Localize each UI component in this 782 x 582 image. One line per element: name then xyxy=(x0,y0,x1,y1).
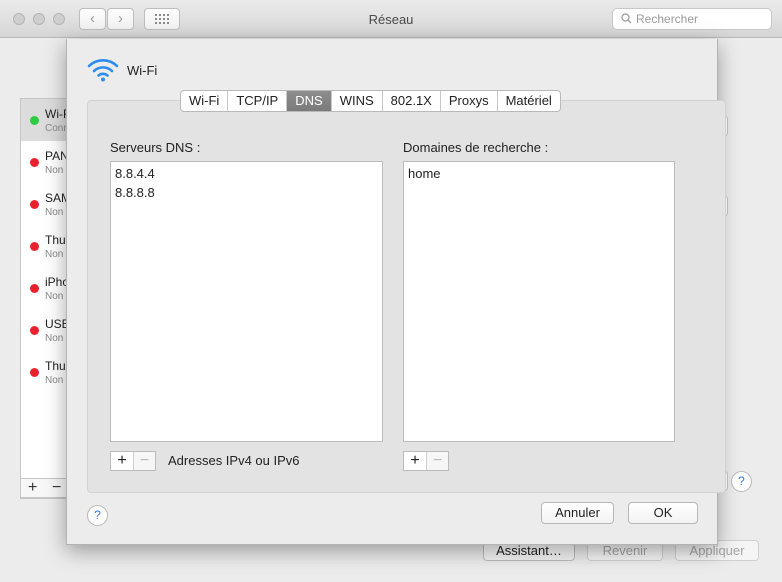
ok-button[interactable]: OK xyxy=(628,502,698,524)
service-status: Non xyxy=(45,333,64,344)
dns-servers-hint: Adresses IPv4 ou IPv6 xyxy=(168,453,300,468)
service-status: Connecté xyxy=(45,123,67,134)
service-item[interactable]: USB Non xyxy=(21,309,67,351)
magnifier-icon xyxy=(621,13,632,24)
dns-server-entry[interactable]: 8.8.4.4 xyxy=(111,164,382,183)
service-item[interactable]: Wi-Fi Connecté xyxy=(21,99,67,141)
service-item[interactable]: Thunderbolt Non xyxy=(21,351,67,393)
tab-wins[interactable]: WINS xyxy=(332,91,383,111)
service-name: Wi-Fi xyxy=(45,107,67,121)
add-search-domain-button[interactable]: + xyxy=(404,452,426,470)
add-service-button[interactable]: + xyxy=(28,479,37,497)
service-status: Non xyxy=(45,291,64,302)
tab-hardware[interactable]: Matériel xyxy=(498,91,560,111)
remove-dns-server-button[interactable]: − xyxy=(133,452,155,470)
service-name: PAN xyxy=(45,149,67,163)
service-item[interactable]: PAN Non xyxy=(21,141,67,183)
add-dns-server-button[interactable]: + xyxy=(111,452,133,470)
service-status: Non xyxy=(45,249,64,260)
service-name: Thunderbolt xyxy=(45,233,67,247)
status-dot-connected xyxy=(30,116,39,125)
search-field[interactable]: Rechercher xyxy=(612,8,772,30)
search-domain-entry[interactable]: home xyxy=(404,164,674,183)
service-item[interactable]: SAMSUNG Non xyxy=(21,183,67,225)
tab-content-box: Serveurs DNS : 8.8.4.4 8.8.8.8 + − Adres… xyxy=(87,100,726,493)
service-status: Non xyxy=(45,375,64,386)
status-dot-disconnected xyxy=(30,368,39,377)
status-dot-disconnected xyxy=(30,284,39,293)
wifi-icon xyxy=(87,59,119,82)
service-name: Thunderbolt xyxy=(45,359,67,373)
help-button-background[interactable]: ? xyxy=(731,471,752,492)
tab-dns[interactable]: DNS xyxy=(287,91,332,111)
service-name: USB xyxy=(45,317,67,331)
search-domain-add-remove: + − xyxy=(403,451,449,471)
search-domains-label: Domaines de recherche : xyxy=(403,140,549,155)
service-item[interactable]: iPhone Non xyxy=(21,267,67,309)
service-add-remove: + − xyxy=(20,478,68,498)
help-button[interactable]: ? xyxy=(87,505,108,526)
search-domains-list[interactable]: home xyxy=(403,161,675,442)
dns-servers-label: Serveurs DNS : xyxy=(110,140,201,155)
service-name: iPhone xyxy=(45,275,67,289)
dns-servers-list[interactable]: 8.8.4.4 8.8.8.8 xyxy=(110,161,383,442)
remove-service-button[interactable]: − xyxy=(52,479,61,497)
tab-proxies[interactable]: Proxys xyxy=(441,91,498,111)
tab-8021x[interactable]: 802.1X xyxy=(383,91,441,111)
status-dot-disconnected xyxy=(30,242,39,251)
remove-search-domain-button[interactable]: − xyxy=(426,452,448,470)
cancel-button[interactable]: Annuler xyxy=(541,502,614,524)
dns-server-entry[interactable]: 8.8.8.8 xyxy=(111,183,382,202)
status-dot-disconnected xyxy=(30,326,39,335)
window-titlebar: ‹ › Réseau Rechercher xyxy=(0,0,782,38)
advanced-settings-sheet: Wi-Fi Serveurs DNS : 8.8.4.4 8.8.8.8 + −… xyxy=(66,39,726,545)
service-list: Wi-Fi Connecté PAN Non SAMSUNG Non Thund… xyxy=(20,98,68,499)
sheet-title: Wi-Fi xyxy=(127,63,158,78)
status-dot-disconnected xyxy=(30,158,39,167)
service-name: SAMSUNG xyxy=(45,191,67,205)
dns-server-add-remove: + − xyxy=(110,451,156,471)
tab-wifi[interactable]: Wi-Fi xyxy=(181,91,229,111)
service-status: Non xyxy=(45,165,64,176)
search-placeholder: Rechercher xyxy=(636,12,699,26)
tab-tcpip[interactable]: TCP/IP xyxy=(228,91,288,111)
service-item[interactable]: Thunderbolt Non xyxy=(21,225,67,267)
service-status: Non xyxy=(45,207,64,218)
settings-tabs: Wi-Fi TCP/IP DNS WINS 802.1X Proxys Maté… xyxy=(180,90,561,112)
status-dot-disconnected xyxy=(30,200,39,209)
